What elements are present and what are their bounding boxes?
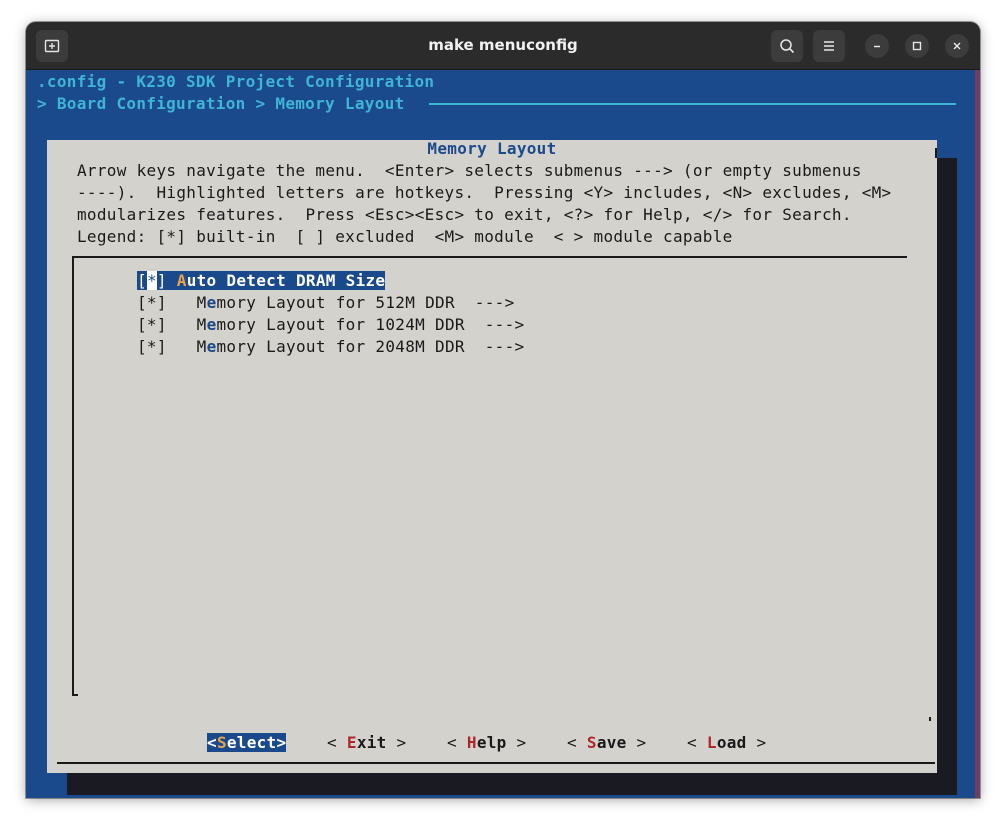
- menu-item-mark: [*]: [137, 293, 167, 312]
- menu-item-hotkey: e: [206, 337, 217, 356]
- hamburger-menu-icon: [824, 41, 834, 51]
- search-icon: [780, 39, 795, 54]
- help-button[interactable]: < Help >: [447, 732, 527, 754]
- save-button[interactable]: < Save >: [567, 732, 647, 754]
- menu-item-mark: [*]: [137, 337, 167, 356]
- dialog-title: Memory Layout: [427, 139, 557, 158]
- select-button[interactable]: <Select>: [207, 732, 287, 754]
- terminal-area[interactable]: .config - K230 SDK Project Configuration…: [26, 70, 980, 798]
- menu-item-label: mory Layout for 2048M DDR: [216, 337, 465, 356]
- breadcrumb-rule: [429, 103, 956, 105]
- submenu-arrow: --->: [484, 315, 525, 334]
- menu-item-mark-cursor: *: [146, 271, 157, 290]
- terminal-scrollbar[interactable]: [975, 70, 980, 798]
- dialog-border-bottom: [57, 762, 935, 764]
- title-bar: make menuconfig: [26, 22, 980, 70]
- menu-item-1024m[interactable]: [*] Memory Layout for 1024M DDR --->: [137, 314, 524, 336]
- menu-item-hotkey: e: [206, 315, 217, 334]
- minimize-icon: [874, 45, 880, 48]
- terminal-window: make menuconfig .config - K230 SDK Proje…: [26, 22, 980, 798]
- menu-item-label: mory Layout for 512M DDR: [216, 293, 455, 312]
- menu-box-corner: [72, 694, 78, 696]
- menu-item-mark-close: ]: [156, 271, 167, 290]
- memory-layout-dialog: Memory Layout Arrow keys navigate the me…: [47, 139, 937, 773]
- menu-item-mark-open: [: [137, 271, 147, 290]
- submenu-arrow: --->: [474, 293, 515, 312]
- config-title: .config - K230 SDK Project Configuration: [37, 72, 435, 91]
- search-button[interactable]: [771, 30, 803, 62]
- breadcrumb: > Board Configuration > Memory Layout: [37, 94, 415, 113]
- help-line-1: Arrow keys navigate the menu. <Enter> se…: [77, 161, 862, 180]
- menu-box-top: [72, 256, 907, 258]
- submenu-arrow: --->: [484, 337, 525, 356]
- load-button[interactable]: < Load >: [687, 732, 767, 754]
- close-button[interactable]: [945, 34, 969, 58]
- maximize-button[interactable]: [905, 34, 929, 58]
- button-bar-tick: [929, 717, 931, 721]
- menu-item-512m[interactable]: [*] Memory Layout for 512M DDR --->: [137, 292, 515, 314]
- exit-button[interactable]: < Exit >: [327, 732, 407, 754]
- maximize-icon: [912, 41, 922, 51]
- menu-item-auto-detect[interactable]: [*] Auto Detect DRAM Size: [137, 270, 386, 292]
- menu-button[interactable]: [813, 30, 845, 62]
- help-line-2: ----). Highlighted letters are hotkeys. …: [77, 183, 892, 202]
- help-line-3: modularizes features. Press <Esc><Esc> t…: [77, 205, 852, 224]
- menu-item-label: mory Layout for 1024M DDR: [216, 315, 465, 334]
- close-icon: [953, 42, 961, 50]
- menu-item-hotkey: A: [176, 271, 187, 290]
- menu-item-label: uto Detect DRAM Size: [186, 271, 386, 290]
- menu-box-left: [72, 256, 74, 696]
- menu-item-hotkey: e: [206, 293, 217, 312]
- menu-item-2048m[interactable]: [*] Memory Layout for 2048M DDR --->: [137, 336, 524, 358]
- menu-item-mark: [*]: [137, 315, 167, 334]
- legend-line: Legend: [*] built-in [ ] excluded <M> mo…: [77, 227, 733, 246]
- minimize-button[interactable]: [865, 34, 889, 58]
